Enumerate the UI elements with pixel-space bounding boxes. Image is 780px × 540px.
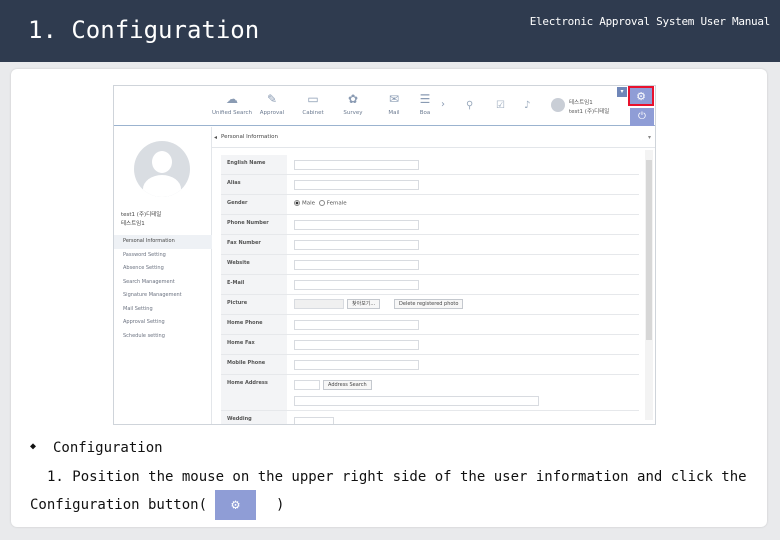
slide-header: 1. Configuration Electronic Approval Sys… (0, 0, 780, 62)
home-address-input[interactable] (294, 396, 539, 406)
profile-photo (134, 141, 190, 197)
row-home-fax: Home Fax (221, 335, 639, 355)
wedding-input[interactable] (294, 417, 334, 424)
nav-board[interactable]: ☰ Boa (410, 92, 440, 116)
settings-menu: Personal Information Password Setting Ab… (114, 235, 212, 343)
menu-item-search-management[interactable]: Search Management (114, 276, 212, 290)
configuration-button-sample: ⚙ (215, 490, 256, 520)
row-email: E-Mail (221, 275, 639, 295)
slide-subtitle: Electronic Approval System User Manual (529, 15, 771, 28)
nav-survey[interactable]: ✿ Survey (332, 92, 374, 116)
picture-path-field (294, 299, 344, 309)
menu-item-schedule-setting[interactable]: Schedule setting (114, 330, 212, 344)
fax-number-input[interactable] (294, 240, 419, 250)
section-divider (212, 147, 655, 148)
alias-input[interactable] (294, 180, 419, 190)
row-phone-number: Phone Number (221, 215, 639, 235)
nav-cabinet[interactable]: ▭ Cabinet (292, 92, 334, 116)
nav-mail[interactable]: ✉ Mail (373, 92, 415, 116)
user-dropdown-button[interactable]: ▾ (617, 87, 627, 97)
row-website: Website (221, 255, 639, 275)
instruction-heading: Configuration (53, 440, 163, 456)
user-org: test1 (주)디테일 (569, 109, 610, 115)
zip-code-input[interactable] (294, 380, 320, 390)
row-picture: Picture 찾아보기... Delete registered photo (221, 295, 639, 315)
menu-item-mail-setting[interactable]: Mail Setting (114, 303, 212, 317)
row-home-phone: Home Phone (221, 315, 639, 335)
slide-title: 1. Configuration (28, 16, 260, 44)
mail-icon: ✉ (388, 92, 400, 106)
gender-female-radio[interactable] (318, 200, 325, 206)
bullet-diamond-icon: ◆ (30, 441, 37, 452)
home-phone-input[interactable] (294, 320, 419, 330)
bell-icon[interactable]: ♪ (524, 100, 530, 111)
nav-approval[interactable]: ✎ Approval (251, 92, 293, 116)
form-scrollbar[interactable] (645, 150, 653, 420)
menu-item-signature-management[interactable]: Signature Management (114, 289, 212, 303)
home-fax-input[interactable] (294, 340, 419, 350)
cabinet-icon: ▭ (307, 92, 319, 106)
power-icon: ⏻ (638, 111, 646, 122)
menu-item-personal-information[interactable]: Personal Information (114, 235, 212, 249)
logout-button[interactable]: ⏻ (630, 108, 654, 126)
row-alias: Alias (221, 175, 639, 195)
menu-item-password-setting[interactable]: Password Setting (114, 249, 212, 263)
profile-sidebar: test1 (주)디테일 테스트임1 Personal Information … (114, 127, 212, 424)
chevron-down-icon[interactable]: ▾ (648, 134, 651, 141)
approval-icon: ✎ (266, 92, 278, 106)
email-input[interactable] (294, 280, 419, 290)
row-english-name: English Name (221, 155, 639, 175)
phone-number-input[interactable] (294, 220, 419, 230)
gear-icon: ⚙ (231, 497, 240, 513)
english-name-input[interactable] (294, 160, 419, 170)
row-wedding: Wedding (221, 411, 639, 424)
cloud-icon: ☁ (226, 92, 238, 106)
menu-item-approval-setting[interactable]: Approval Setting (114, 316, 212, 330)
wand-icon[interactable]: ⚲ (466, 100, 473, 111)
checkbox-icon[interactable]: ☑ (496, 100, 505, 111)
instruction-line-2-close: ) (276, 497, 285, 513)
collapse-arrow-icon[interactable]: ◂ (214, 134, 217, 141)
instruction-line-1: 1. Position the mouse on the upper right… (47, 469, 747, 485)
nav-next-arrow-icon[interactable]: › (441, 99, 445, 110)
configuration-button[interactable]: ⚙ (628, 86, 654, 106)
app-topbar: ☁ Unified Search ✎ Approval ▭ Cabinet ✿ … (114, 86, 655, 126)
section-title: Personal Information (221, 134, 278, 140)
delete-photo-button[interactable]: Delete registered photo (394, 299, 464, 309)
row-home-address: Home Address Address Search (221, 375, 639, 411)
nav-unified-search[interactable]: ☁ Unified Search (211, 92, 253, 116)
row-fax-number: Fax Number (221, 235, 639, 255)
board-icon: ☰ (419, 92, 431, 106)
row-gender: Gender Male Female (221, 195, 639, 215)
instruction-line-2: Configuration button( (30, 497, 208, 513)
row-mobile-phone: Mobile Phone (221, 355, 639, 375)
menu-item-absence-setting[interactable]: Absence Setting (114, 262, 212, 276)
profile-name: test1 (주)디테일 (121, 212, 162, 218)
survey-icon: ✿ (347, 92, 359, 106)
profile-subname: 테스트임1 (121, 221, 145, 227)
mobile-phone-input[interactable] (294, 360, 419, 370)
user-name: 테스트임1 (569, 100, 593, 106)
gender-male-radio[interactable] (294, 200, 300, 206)
browse-picture-button[interactable]: 찾아보기... (347, 299, 381, 309)
website-input[interactable] (294, 260, 419, 270)
address-search-button[interactable]: Address Search (323, 380, 372, 390)
app-screenshot: ☁ Unified Search ✎ Approval ▭ Cabinet ✿ … (113, 85, 656, 425)
user-avatar (551, 98, 565, 112)
gear-icon: ⚙ (636, 90, 646, 103)
